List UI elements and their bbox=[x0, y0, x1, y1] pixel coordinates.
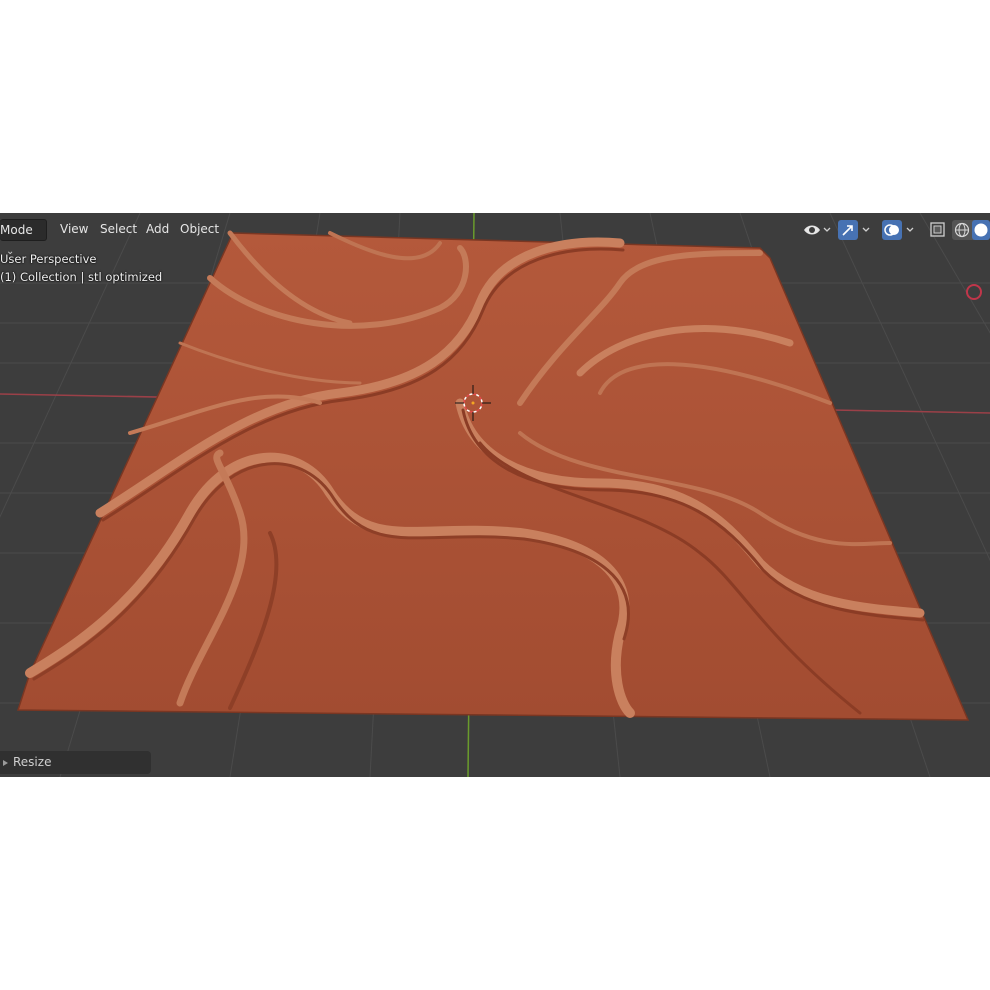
gizmo-icon[interactable] bbox=[838, 220, 876, 240]
3d-viewport[interactable]: Mode⌄ View Select Add Object User Perspe… bbox=[0, 213, 990, 777]
menu-add[interactable]: Add bbox=[140, 219, 175, 239]
shading-switcher[interactable] bbox=[952, 220, 990, 240]
solid-shading-icon[interactable] bbox=[972, 220, 990, 240]
viewport-scene[interactable] bbox=[0, 213, 990, 777]
sculpted-tile-model[interactable] bbox=[16, 230, 970, 721]
view-name-label: User Perspective bbox=[0, 252, 97, 266]
resize-operator-panel[interactable]: Resize bbox=[0, 751, 151, 774]
menu-object[interactable]: Object bbox=[174, 219, 225, 239]
collection-info-label: (1) Collection | stl optimized bbox=[0, 270, 163, 284]
record-indicator-icon[interactable] bbox=[966, 284, 982, 300]
menu-view[interactable]: View bbox=[54, 219, 94, 239]
menu-select[interactable]: Select bbox=[94, 219, 143, 239]
eye-icon[interactable] bbox=[802, 220, 832, 240]
expand-triangle-icon[interactable] bbox=[3, 760, 8, 766]
resize-label: Resize bbox=[13, 755, 52, 769]
xray-icon[interactable] bbox=[928, 220, 948, 240]
mode-label: Mode bbox=[0, 223, 33, 237]
viewport-header: Mode⌄ View Select Add Object bbox=[0, 213, 990, 257]
mode-dropdown[interactable]: Mode⌄ bbox=[0, 219, 47, 257]
overlays-icon[interactable] bbox=[882, 220, 920, 240]
